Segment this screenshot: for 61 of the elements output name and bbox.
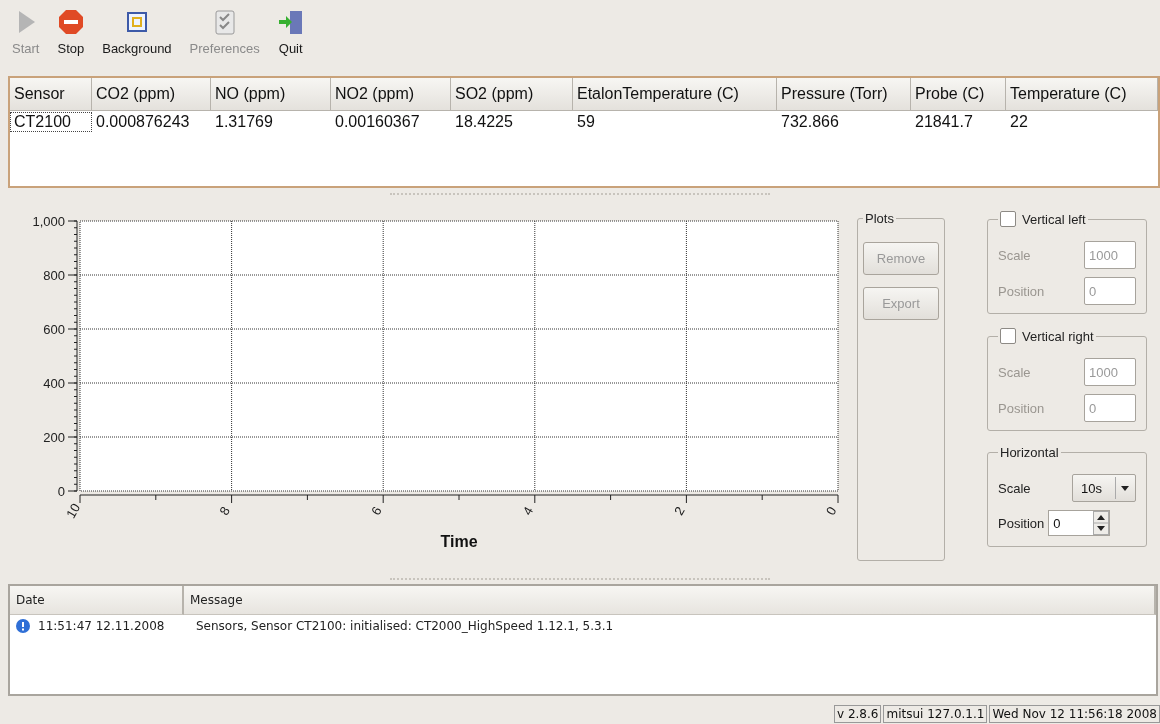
y-tick-label: 600	[43, 322, 65, 337]
toolbar-button[interactable]: Background	[96, 5, 178, 60]
field-label: Scale	[998, 480, 1031, 496]
x-tick-label: 2	[671, 503, 688, 518]
group-title: Plots	[864, 211, 895, 226]
status-field: mitsui 127.0.1.1	[883, 705, 988, 723]
log-date: 11:51:47 12.11.2008	[38, 619, 166, 633]
column-header[interactable]: Pressure (Torr)	[777, 78, 911, 111]
info-icon	[16, 619, 30, 633]
table-cell-text: 59	[576, 112, 596, 132]
y-tick-label: 800	[43, 268, 65, 283]
splitter-handle[interactable]	[390, 578, 770, 582]
x-tick-label: 8	[216, 503, 233, 518]
column-header[interactable]: Message	[184, 586, 1156, 615]
position-spinbox[interactable]: 0	[1048, 510, 1111, 536]
x-tick-label: 10	[63, 500, 84, 521]
field-label: Position	[998, 400, 1045, 416]
table-cell-text: 0.000876243	[95, 112, 191, 132]
log-message: Sensors, Sensor CT2100: initialised: CT2000_HighSpeed 1.12.1, 5.3.1	[196, 619, 614, 633]
column-header[interactable]: Sensor	[10, 78, 92, 111]
checkbox[interactable]	[1000, 211, 1016, 227]
table-cell-text: 21841.7	[914, 112, 974, 132]
exit-door-icon	[277, 9, 304, 35]
y-tick-label: 200	[43, 430, 65, 445]
column-header[interactable]: SO2 (ppm)	[451, 78, 573, 111]
field-label: Position	[998, 515, 1045, 531]
x-tick-label: 0	[822, 503, 840, 518]
table-cell: CT2100	[10, 112, 92, 132]
column-header[interactable]: NO2 (ppm)	[331, 78, 451, 111]
table-cell-text: 22	[1009, 112, 1029, 132]
x-axis-title: Time	[440, 533, 478, 550]
y-tick-label: 1,000	[32, 214, 65, 229]
table-cell-text: 1.31769	[214, 112, 274, 132]
splitter-handle[interactable]	[390, 192, 770, 197]
field-label: Scale	[998, 364, 1031, 380]
table-cell-text: 0.00160367	[334, 112, 421, 132]
column-header[interactable]: Date	[10, 586, 184, 615]
x-tick-label: 6	[368, 503, 385, 518]
table-cell-text: 18.4225	[454, 112, 514, 132]
column-header[interactable]: NO (ppm)	[211, 78, 331, 111]
toolbar-button[interactable]: Quit	[271, 5, 310, 60]
column-header[interactable]: EtalonTemperature (C)	[573, 78, 777, 111]
column-header[interactable]: CO2 (ppm)	[92, 78, 211, 111]
field-label: Scale	[998, 247, 1031, 263]
x-tick-label: 4	[519, 503, 537, 518]
scale-dropdown[interactable]: 10s	[1072, 474, 1136, 502]
status-field: v 2.8.6	[834, 705, 882, 723]
status-field: Wed Nov 12 11:56:18 2008	[989, 705, 1160, 723]
group-title: Vertical left	[1022, 211, 1086, 227]
group-title: Horizontal	[999, 445, 1060, 460]
toolbar-button[interactable]: Stop	[51, 5, 91, 60]
y-tick-label: 400	[43, 376, 65, 391]
column-header[interactable]: Temperature (C)	[1006, 78, 1158, 111]
checkbox[interactable]	[1000, 328, 1016, 344]
y-tick-label: 0	[57, 484, 65, 499]
group-title: Vertical right	[1022, 328, 1094, 344]
field-label: Position	[998, 283, 1045, 299]
column-header[interactable]: Probe (C)	[911, 78, 1006, 111]
stop-sign-icon	[57, 9, 84, 35]
table-cell-text: 732.866	[780, 112, 840, 132]
spin-arrows-icon	[1093, 511, 1110, 535]
